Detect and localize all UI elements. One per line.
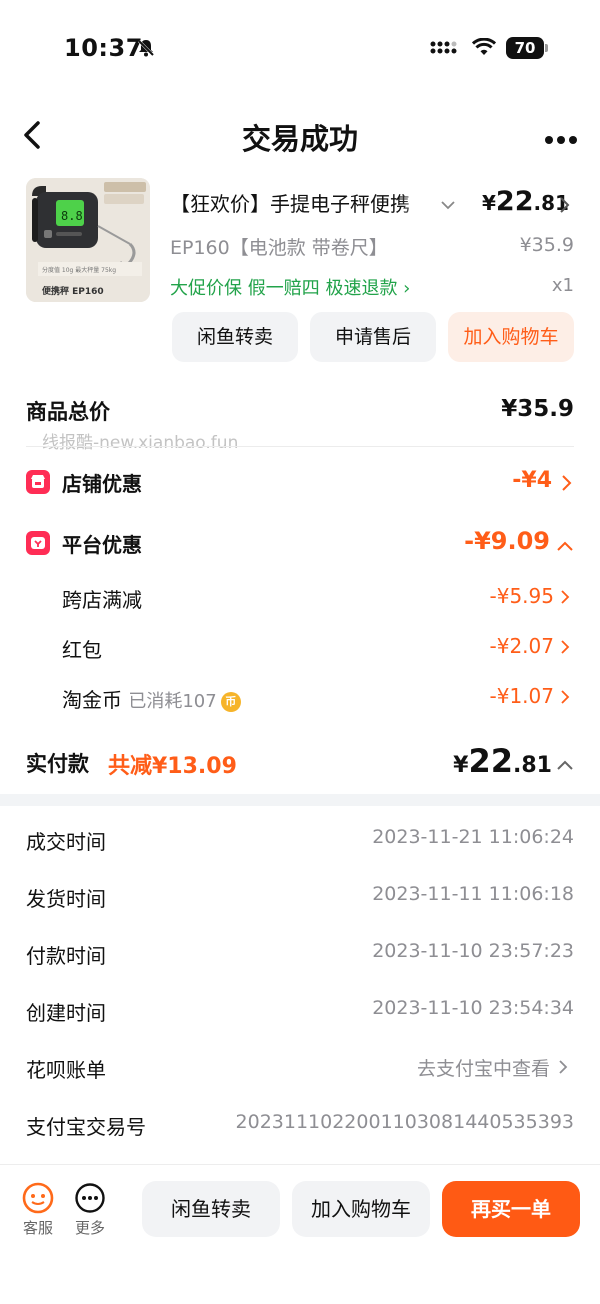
bottom-bar: 客服 更多 闲鱼转卖 加入购物车 再买一单: [0, 1164, 600, 1304]
info-label: 成交时间: [26, 830, 106, 854]
chevron-right-icon: [560, 639, 570, 659]
info-value: 2023-11-10 23:54:34: [372, 997, 574, 1019]
product-name[interactable]: 【狂欢价】手提电子秤便携: [170, 188, 432, 217]
more-icon[interactable]: [70, 1181, 110, 1219]
chevron-right-icon: [560, 474, 572, 496]
info-link[interactable]: 去支付宝中查看: [417, 1054, 550, 1081]
shop-discount-label: 店铺优惠: [62, 472, 142, 496]
status-bar: 10:37 70: [0, 0, 600, 96]
chevron-up-icon: [556, 537, 574, 556]
shop-discount-value: -¥4: [512, 468, 552, 493]
coin-consumed-note: 已消耗107: [128, 691, 217, 712]
after-sales-button[interactable]: 申请售后: [310, 312, 436, 362]
paid-amount: ¥22.81: [453, 742, 552, 780]
page-title: 交易成功: [241, 122, 358, 156]
status-time: 10:37: [64, 34, 143, 62]
more-icon[interactable]: [544, 130, 578, 149]
quantity: x1: [551, 275, 574, 296]
platform-icon: [26, 531, 50, 555]
sub-discount-row[interactable]: 跨店满减 -¥5.95: [0, 584, 600, 612]
wifi-icon: [471, 37, 497, 60]
goods-total-value: ¥35.9: [501, 396, 574, 422]
sub-discount-value: -¥1.07: [489, 684, 554, 708]
sub-discount-row[interactable]: 红包 -¥2.07: [0, 634, 600, 662]
battery-level: 70: [506, 37, 544, 59]
sub-discount-value: -¥5.95: [489, 584, 554, 608]
service-label[interactable]: 客服: [18, 1217, 58, 1238]
nav-bar: 交易成功: [0, 100, 600, 170]
battery-icon: 70: [506, 37, 548, 59]
thumb-label: 便携秤 EP160: [42, 285, 104, 297]
original-price: ¥35.9: [519, 234, 574, 256]
sub-discount-label: 红包: [62, 638, 102, 662]
rebuy-button[interactable]: 再买一单: [442, 1181, 580, 1237]
bell-muted-icon: [136, 38, 156, 62]
product-price: ¥22.81: [482, 186, 569, 217]
info-label: 发货时间: [26, 887, 106, 911]
chevron-right-icon: [560, 689, 570, 709]
add-to-cart-button[interactable]: 加入购物车: [292, 1181, 430, 1237]
info-label: 花呗账单: [26, 1058, 106, 1082]
chevron-up-icon: [556, 756, 574, 775]
info-value[interactable]: 2023111022001103081440535393: [236, 1111, 574, 1133]
resell-button[interactable]: 闲鱼转卖: [142, 1181, 280, 1237]
resell-button[interactable]: 闲鱼转卖: [172, 312, 298, 362]
info-value: 2023-11-11 11:06:18: [372, 883, 574, 905]
info-value: 2023-11-21 11:06:24: [372, 826, 574, 848]
svg-text:8.8: 8.8: [61, 209, 83, 223]
platform-discount-value: -¥9.09: [464, 527, 550, 555]
section-divider: [0, 794, 600, 806]
info-label: 创建时间: [26, 1001, 106, 1025]
info-value: 2023-11-10 23:57:23: [372, 940, 574, 962]
svg-text:分度值 10g 最大秤量 75kg: 分度值 10g 最大秤量 75kg: [42, 266, 116, 274]
goods-total-label: 商品总价: [26, 400, 110, 424]
chevron-right-icon: [560, 589, 570, 609]
huabei-bill-row[interactable]: 花呗账单 去支付宝中查看: [0, 1054, 600, 1082]
shop-discount-row[interactable]: 店铺优惠 -¥4: [0, 468, 600, 498]
watermark: 线报酷-new.xianbao.fun: [42, 433, 239, 453]
more-label[interactable]: 更多: [70, 1217, 110, 1238]
sub-discount-label: 淘金币 已消耗107 币: [62, 684, 241, 713]
product-spec: EP160【电池款 带卷尺】: [170, 237, 388, 259]
chevron-down-icon[interactable]: [440, 196, 456, 215]
info-label: 付款时间: [26, 944, 106, 968]
chevron-right-icon[interactable]: [558, 196, 570, 218]
signal-icon: [430, 40, 462, 60]
paid-label: 实付款: [26, 752, 89, 776]
platform-discount-row[interactable]: 平台优惠 -¥9.09: [0, 527, 600, 559]
paid-row[interactable]: 实付款 共减¥13.09 ¥22.81: [0, 742, 600, 784]
saved-amount: 共减¥13.09: [108, 754, 237, 779]
platform-discount-label: 平台优惠: [62, 533, 142, 557]
service-icon[interactable]: [18, 1181, 58, 1219]
coin-icon: 币: [220, 692, 241, 712]
service-tags[interactable]: 大促价保 假一赔四 极速退款 ›: [170, 274, 410, 300]
shop-icon: [26, 470, 50, 494]
sub-discount-row[interactable]: 淘金币 已消耗107 币 -¥1.07: [0, 684, 600, 712]
add-to-cart-button[interactable]: 加入购物车: [448, 312, 574, 362]
divider: [26, 446, 574, 447]
info-label: 支付宝交易号: [26, 1115, 146, 1139]
chevron-right-icon: [558, 1059, 568, 1079]
product-thumbnail[interactable]: 8.8 分度值 10g 最大秤量 75kg 便携秤 EP160: [26, 178, 150, 302]
sub-discount-value: -¥2.07: [489, 634, 554, 658]
sub-discount-label: 跨店满减: [62, 588, 142, 612]
